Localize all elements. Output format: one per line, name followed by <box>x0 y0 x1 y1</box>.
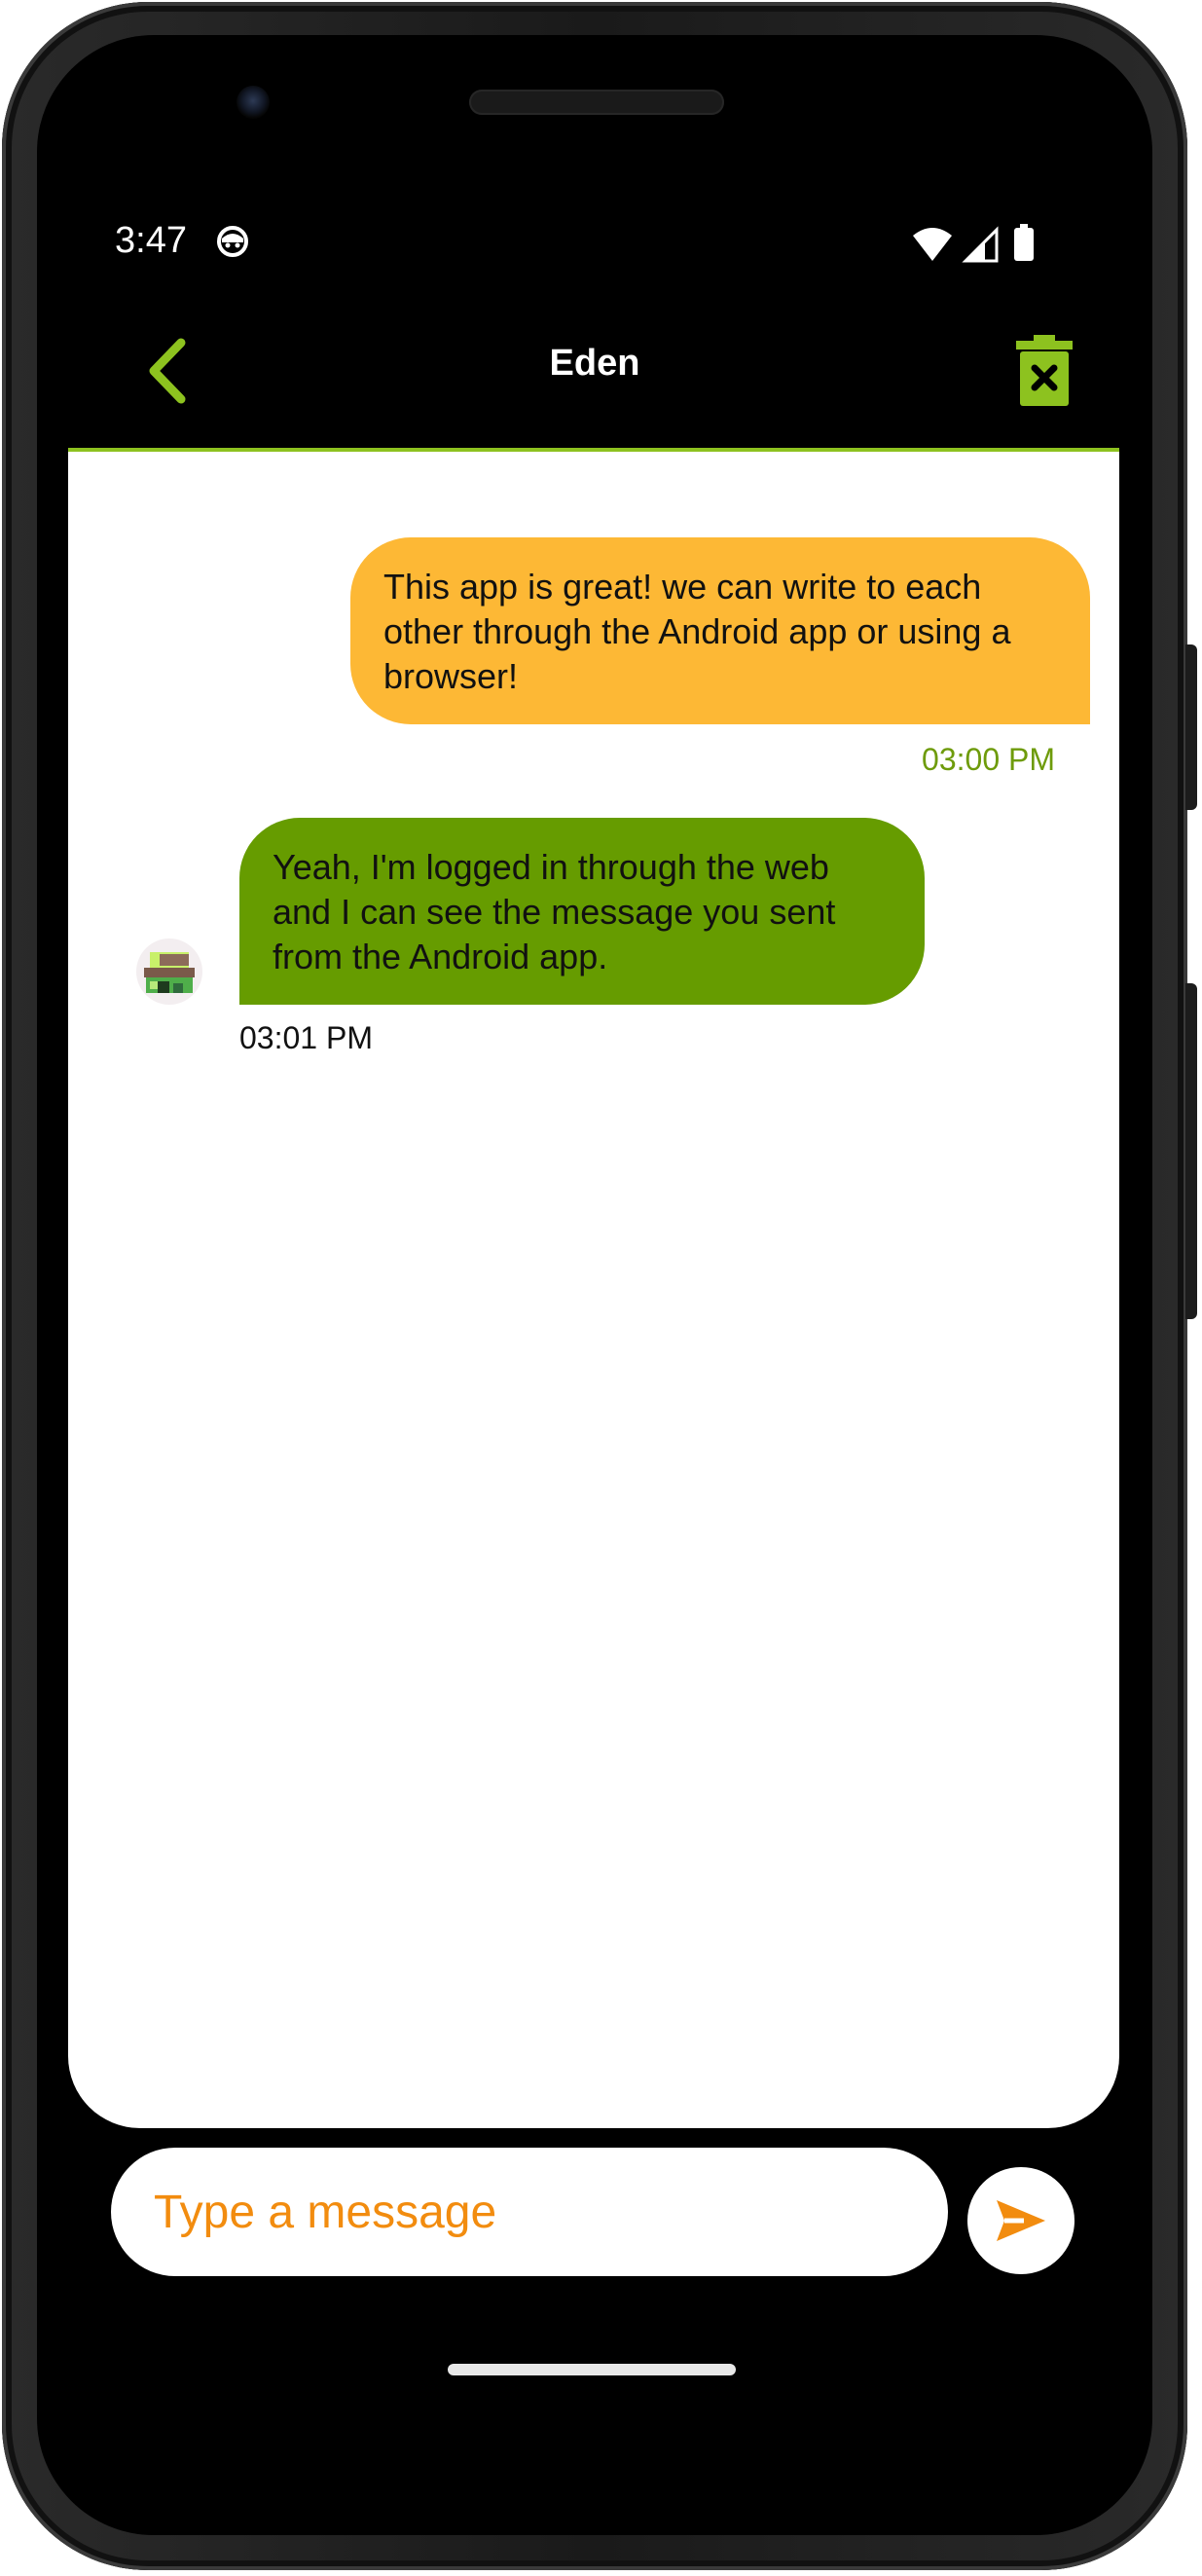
front-camera <box>237 86 270 119</box>
cell-signal-icon <box>962 226 999 263</box>
chat-messages-panel[interactable]: This app is great! we can write to each … <box>68 448 1119 2128</box>
home-indicator[interactable] <box>448 2364 736 2375</box>
power-button <box>1185 644 1197 810</box>
outgoing-message-time: 03:00 PM <box>922 742 1055 777</box>
status-time: 3:47 <box>115 220 187 261</box>
incoming-message-time: 03:01 PM <box>239 1020 373 1055</box>
wifi-icon <box>913 228 952 261</box>
delete-conversation-button[interactable] <box>1010 327 1078 415</box>
volume-button <box>1185 983 1197 1319</box>
phone-screen: 3:47 Eden This app is great! we can writ… <box>37 35 1152 2535</box>
avatar[interactable] <box>136 938 202 1005</box>
status-icons <box>913 224 1034 263</box>
earpiece-speaker <box>469 90 724 115</box>
incoming-message-bubble[interactable]: Yeah, I'm logged in through the web and … <box>239 818 925 1005</box>
trash-icon <box>1016 335 1073 406</box>
outgoing-message-bubble[interactable]: This app is great! we can write to each … <box>350 537 1090 724</box>
send-icon <box>997 2200 1045 2241</box>
send-button[interactable] <box>967 2167 1075 2274</box>
conversation-title: Eden <box>549 343 640 384</box>
battery-icon <box>1014 224 1034 261</box>
app-notification-icon <box>217 226 248 257</box>
message-input[interactable] <box>111 2148 948 2276</box>
